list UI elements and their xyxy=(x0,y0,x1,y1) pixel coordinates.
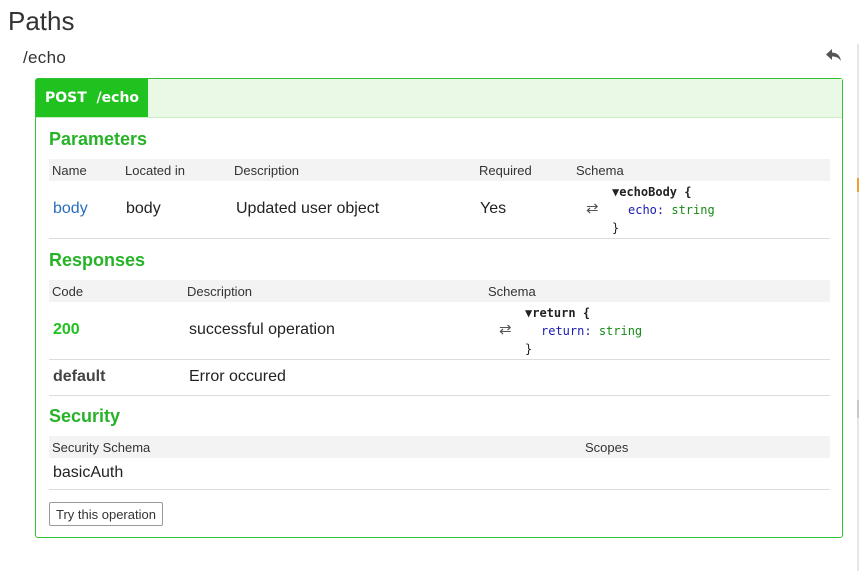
response-description: Error occured xyxy=(189,368,286,385)
col-name: Name xyxy=(52,163,87,178)
responses-table-header: Code Description Schema xyxy=(49,280,830,302)
table-row: default Error occured xyxy=(49,360,830,396)
param-description: Updated user object xyxy=(236,200,380,217)
param-required: Yes xyxy=(480,200,507,217)
col-resp-schema: Schema xyxy=(488,284,536,299)
param-name-link[interactable]: body xyxy=(53,200,88,218)
swap-arrows-icon[interactable]: ⇄ xyxy=(499,320,512,338)
schema-type: string xyxy=(598,324,643,338)
swap-arrows-icon[interactable]: ⇄ xyxy=(586,199,599,217)
response-description: successful operation xyxy=(189,321,335,338)
col-code: Code xyxy=(52,284,84,299)
parameters-table-header: Name Located in Description Required Sch… xyxy=(49,159,830,181)
schema-name: echoBody xyxy=(619,185,678,199)
schema-model[interactable]: ▼return { return: string } xyxy=(525,304,642,358)
schema-prop: echo: xyxy=(628,203,665,217)
try-operation-button[interactable]: Try this operation xyxy=(49,502,163,526)
path-name: /echo xyxy=(23,48,67,67)
col-scopes: Scopes xyxy=(585,440,629,455)
security-title: Security xyxy=(49,406,121,426)
responses-title: Responses xyxy=(49,250,146,270)
operation-path: /echo xyxy=(96,90,140,106)
col-required: Required xyxy=(479,163,532,178)
parameters-title: Parameters xyxy=(49,129,148,149)
table-row: basicAuth xyxy=(49,458,830,490)
security-schema: basicAuth xyxy=(53,464,124,481)
col-located-in: Located in xyxy=(125,163,185,178)
col-resp-description: Description xyxy=(187,284,253,299)
security-table-header: Security Schema Scopes xyxy=(49,436,830,458)
col-description: Description xyxy=(234,163,300,178)
schema-name: return xyxy=(532,306,576,320)
param-located-in: body xyxy=(126,200,161,217)
schema-type: string xyxy=(671,203,715,217)
table-row: 200 successful operation ⇄ ▼return { ret… xyxy=(49,302,830,360)
method-badge[interactable]: POST /echo xyxy=(36,79,148,117)
col-security-schema: Security Schema xyxy=(52,440,151,455)
schema-model[interactable]: ▼echoBody { echo: string } xyxy=(612,183,715,237)
reply-arrow-icon[interactable] xyxy=(824,45,844,65)
table-row: body body Updated user object Yes ⇄ ▼ech… xyxy=(49,181,830,239)
schema-prop: return: xyxy=(541,324,592,338)
page-title: Paths xyxy=(8,6,75,36)
method-label: POST xyxy=(45,90,87,106)
response-code: default xyxy=(53,368,106,385)
operation-panel: POST /echo Parameters Name Located in De… xyxy=(35,78,843,538)
response-code: 200 xyxy=(53,321,80,338)
operation-header[interactable]: POST /echo xyxy=(36,79,842,118)
col-schema: Schema xyxy=(576,163,624,178)
